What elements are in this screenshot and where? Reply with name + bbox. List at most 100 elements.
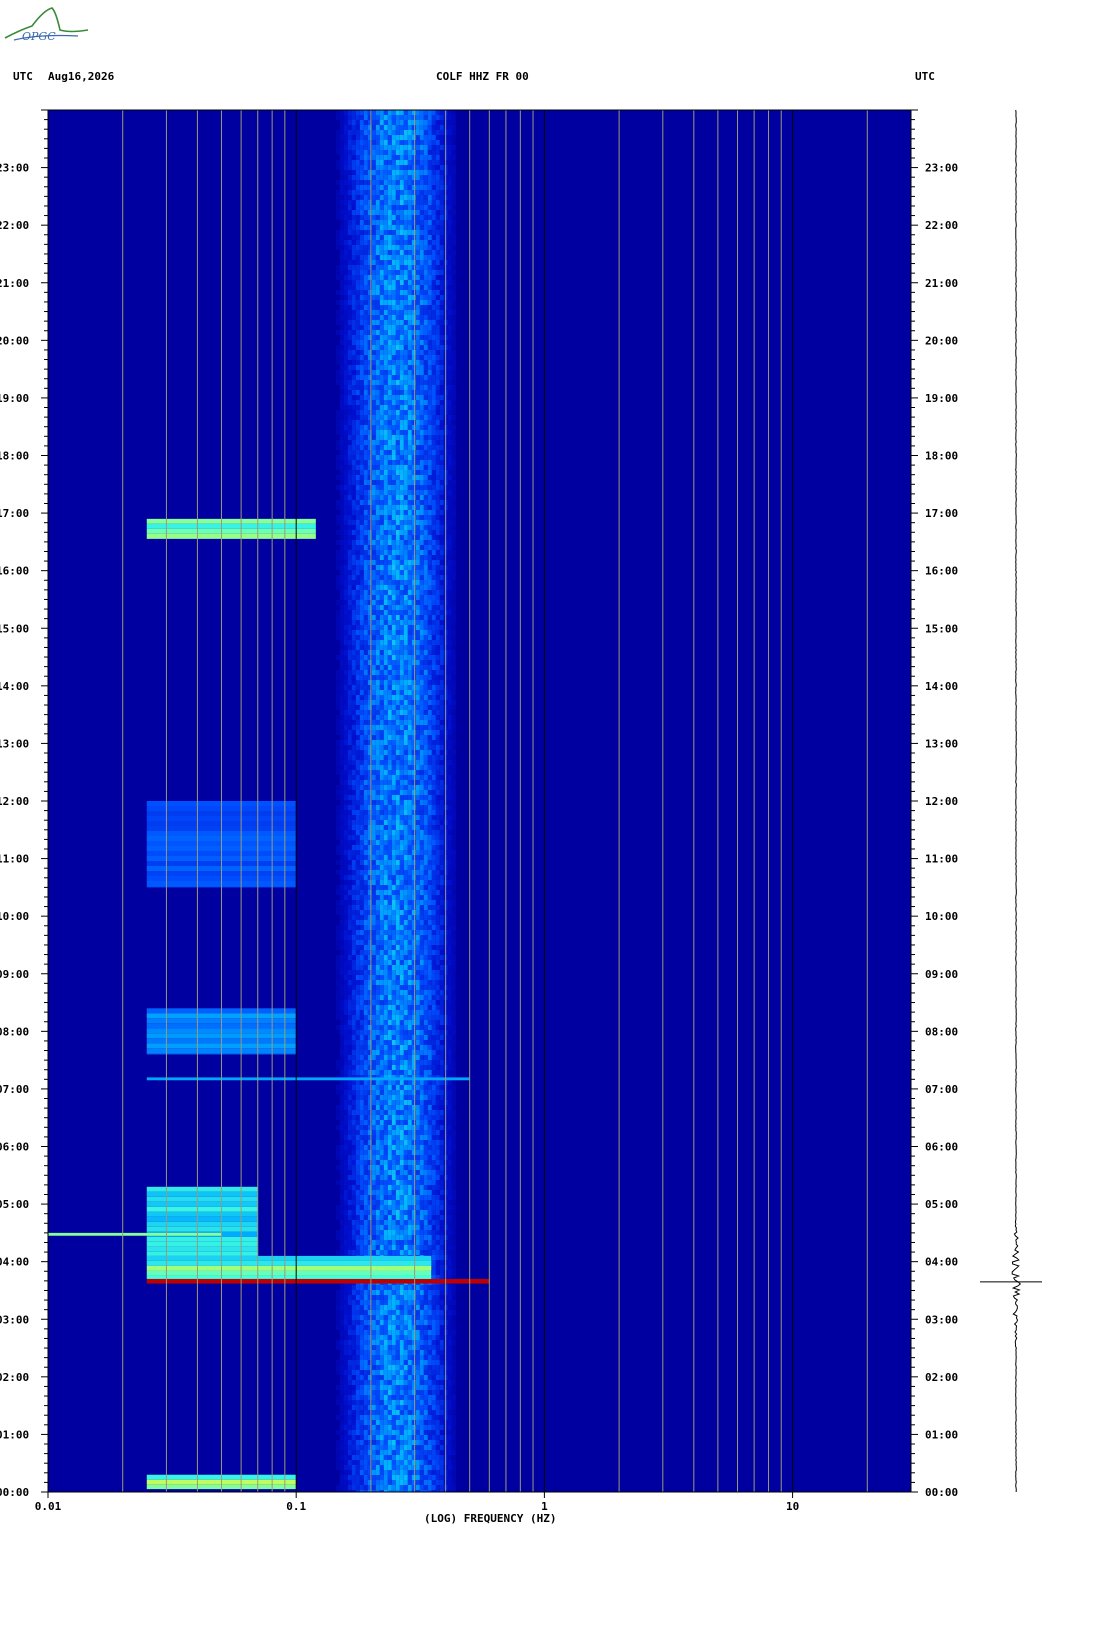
microseism-cell: [375, 630, 380, 635]
microseism-cell: [375, 505, 380, 510]
microseism-cell: [387, 480, 392, 485]
microseism-cell: [411, 850, 416, 855]
microseism-cell: [363, 845, 368, 850]
microseism-cell: [415, 800, 420, 805]
microseism-cell: [451, 200, 456, 205]
microseism-cell: [355, 365, 360, 370]
microseism-cell: [351, 545, 356, 550]
microseism-cell: [335, 620, 340, 625]
microseism-cell: [343, 805, 348, 810]
microseism-cell: [339, 345, 344, 350]
microseism-cell: [447, 395, 452, 400]
microseism-cell: [439, 560, 444, 565]
microseism-cell: [371, 530, 376, 535]
microseism-cell: [415, 450, 420, 455]
microseism-cell: [411, 815, 416, 820]
microseism-cell: [399, 565, 404, 570]
microseism-cell: [403, 780, 408, 785]
microseism-cell: [447, 885, 452, 890]
microseism-cell: [403, 625, 408, 630]
microseism-cell: [403, 800, 408, 805]
microseism-cell: [383, 190, 388, 195]
microseism-cell: [415, 485, 420, 490]
microseism-cell: [415, 360, 420, 365]
microseism-cell: [399, 240, 404, 245]
microseism-cell: [339, 420, 344, 425]
microseism-cell: [451, 160, 456, 165]
microseism-cell: [431, 735, 436, 740]
microseism-cell: [339, 645, 344, 650]
microseism-cell: [427, 175, 432, 180]
microseism-cell: [355, 865, 360, 870]
microseism-cell: [415, 415, 420, 420]
microseism-cell: [343, 120, 348, 125]
microseism-cell: [447, 540, 452, 545]
microseism-cell: [379, 480, 384, 485]
microseism-cell: [363, 805, 368, 810]
microseism-cell: [415, 270, 420, 275]
microseism-cell: [383, 560, 388, 565]
microseism-cell: [407, 740, 412, 745]
microseism-cell: [379, 310, 384, 315]
microseism-cell: [423, 660, 428, 665]
microseism-cell: [431, 140, 436, 145]
microseism-cell: [395, 345, 400, 350]
microseism-cell: [339, 760, 344, 765]
microseism-cell: [447, 570, 452, 575]
microseism-cell: [371, 320, 376, 325]
microseism-cell: [407, 585, 412, 590]
microseism-cell: [343, 600, 348, 605]
microseism-cell: [423, 780, 428, 785]
microseism-cell: [343, 360, 348, 365]
microseism-cell: [427, 475, 432, 480]
microseism-cell: [347, 190, 352, 195]
microseism-cell: [435, 170, 440, 175]
microseism-cell: [399, 860, 404, 865]
microseism-cell: [387, 380, 392, 385]
microseism-cell: [387, 395, 392, 400]
microseism-cell: [427, 280, 432, 285]
microseism-cell: [347, 470, 352, 475]
microseism-cell: [371, 330, 376, 335]
microseism-cell: [387, 500, 392, 505]
microseism-cell: [423, 805, 428, 810]
microseism-cell: [447, 210, 452, 215]
microseism-cell: [411, 925, 416, 930]
microseism-cell: [387, 440, 392, 445]
microseism-cell: [339, 360, 344, 365]
microseism-cell: [395, 210, 400, 215]
microseism-cell: [359, 480, 364, 485]
microseism-cell: [407, 190, 412, 195]
microseism-cell: [423, 640, 428, 645]
microseism-cell: [395, 335, 400, 340]
microseism-cell: [423, 455, 428, 460]
microseism-cell: [431, 150, 436, 155]
microseism-cell: [447, 390, 452, 395]
microseism-cell: [359, 305, 364, 310]
microseism-cell: [359, 285, 364, 290]
microseism-cell: [411, 480, 416, 485]
microseism-cell: [339, 725, 344, 730]
microseism-cell: [343, 310, 348, 315]
microseism-cell: [355, 115, 360, 120]
microseism-cell: [403, 255, 408, 260]
microseism-cell: [423, 475, 428, 480]
microseism-cell: [407, 830, 412, 835]
microseism-cell: [447, 850, 452, 855]
microseism-cell: [439, 475, 444, 480]
microseism-cell: [383, 165, 388, 170]
microseism-cell: [419, 865, 424, 870]
microseism-cell: [399, 715, 404, 720]
microseism-cell: [431, 485, 436, 490]
microseism-cell: [391, 215, 396, 220]
microseism-cell: [351, 470, 356, 475]
microseism-cell: [451, 170, 456, 175]
microseism-cell: [343, 465, 348, 470]
microseism-cell: [351, 525, 356, 530]
microseism-cell: [415, 325, 420, 330]
microseism-cell: [363, 760, 368, 765]
microseism-cell: [407, 895, 412, 900]
microseism-cell: [387, 270, 392, 275]
microseism-cell: [347, 740, 352, 745]
microseism-cell: [351, 370, 356, 375]
